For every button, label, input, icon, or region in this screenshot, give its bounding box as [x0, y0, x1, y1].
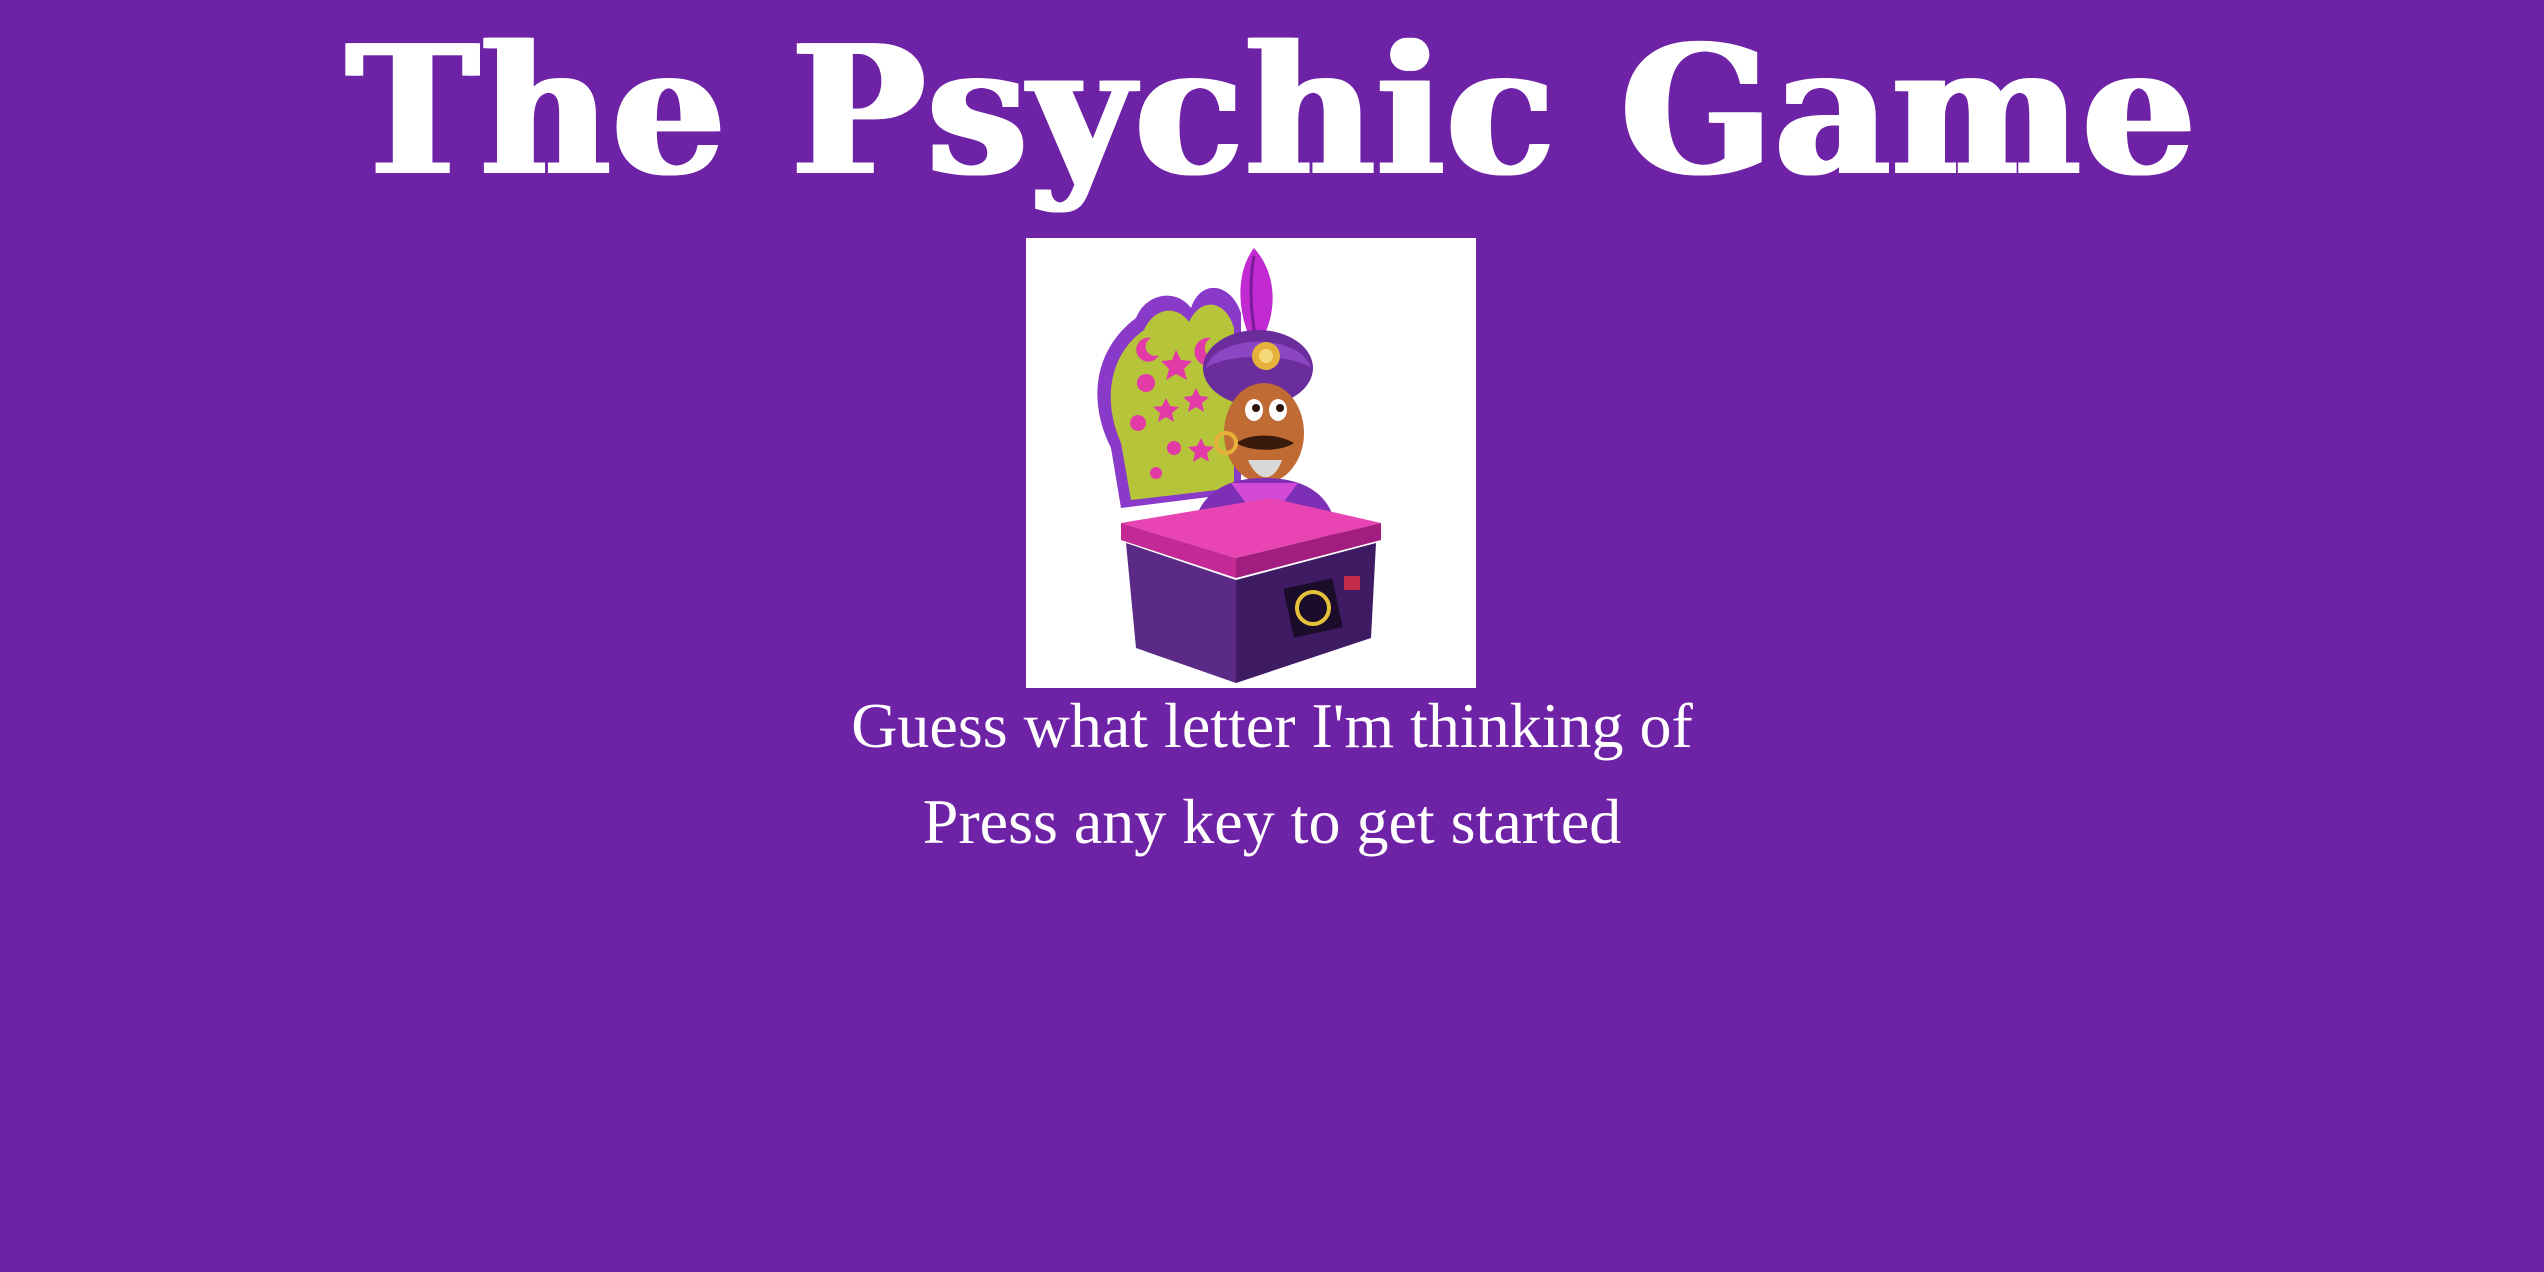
- game-instruction: Guess what letter I'm thinking of: [851, 690, 1693, 761]
- game-title: The Psychic Game: [346, 6, 2198, 215]
- start-prompt: Press any key to get started: [922, 786, 1622, 857]
- fortune-teller-machine-icon: [1026, 238, 1476, 688]
